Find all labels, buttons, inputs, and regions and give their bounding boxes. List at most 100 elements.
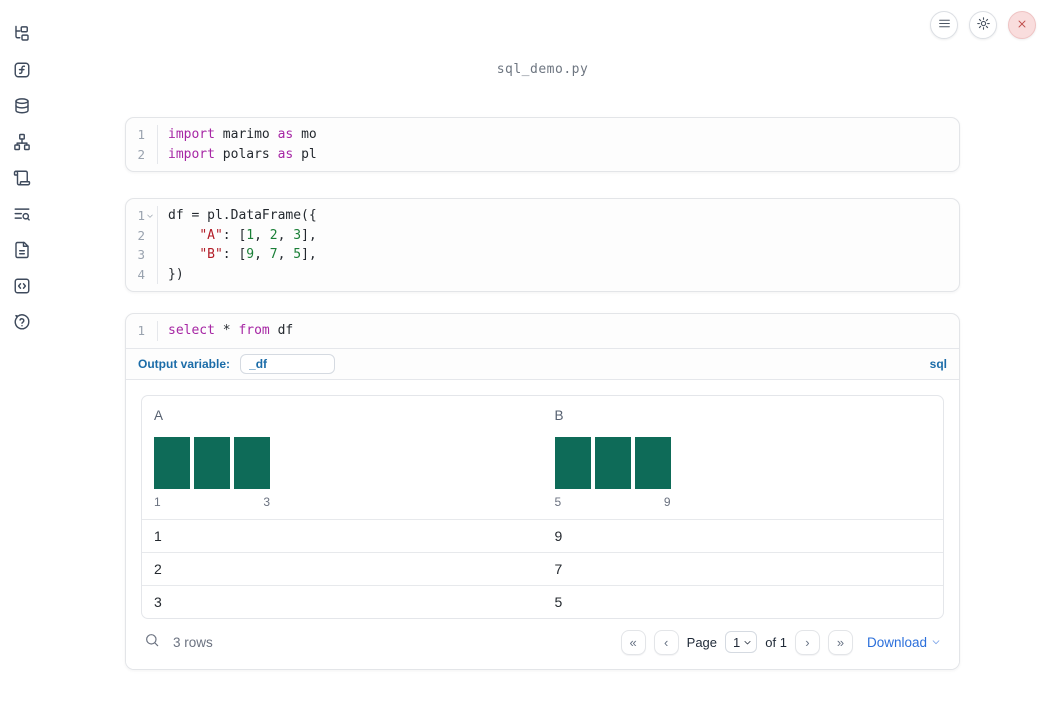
histogram-bar	[554, 436, 591, 489]
sidebar-item-logs[interactable]	[13, 169, 31, 187]
notebook-filename: sql_demo.py	[496, 62, 589, 77]
scroll-icon	[13, 170, 31, 190]
download-button[interactable]: Download	[867, 635, 941, 650]
shutdown-button[interactable]	[1008, 11, 1036, 39]
cell-value: 1	[154, 527, 162, 544]
dataframe-table: A 1 3 B 5 9 1 9 2 7 3 5	[141, 394, 944, 619]
last-page-button[interactable]: »	[827, 629, 853, 655]
file-tree-icon	[13, 25, 31, 46]
code-square-icon	[13, 278, 31, 298]
row-count: 3 rows	[173, 634, 213, 650]
histogram-bar	[634, 436, 671, 489]
code-text: })	[168, 266, 184, 282]
sidebar-item-documentation[interactable]	[13, 241, 31, 259]
sidebar	[0, 25, 44, 331]
list-search-icon	[13, 208, 31, 226]
histogram-ticks: 5 9	[555, 495, 671, 519]
page-total-label: of 1	[765, 634, 787, 650]
cell-value: 3	[154, 593, 162, 610]
fold-chevron-icon[interactable]	[145, 212, 155, 220]
output-variable-input[interactable]	[240, 353, 336, 374]
sidebar-item-dependency-graph[interactable]	[13, 133, 31, 151]
code-line: 2 "A": [1, 2, 3],	[126, 225, 959, 245]
code-text: "B": [9, 7, 5],	[199, 247, 317, 262]
table-row[interactable]: 3 5	[142, 584, 943, 618]
line-number: 2	[137, 227, 145, 243]
code-text: import polars as pl	[168, 146, 317, 162]
notebook: sql_demo.py 1 import marimo as mo 2 impo…	[125, 0, 960, 670]
pagination: « ‹ Page 1 of 1 › » Download	[620, 629, 941, 655]
page-select[interactable]: 1	[725, 631, 758, 653]
hist-max-label: 9	[663, 494, 671, 509]
settings-button[interactable]	[969, 11, 997, 39]
code-line: 1 df = pl.DataFrame({	[126, 206, 959, 226]
help-circle-icon	[13, 314, 31, 334]
network-graph-icon	[13, 133, 31, 154]
line-number: 1	[137, 323, 145, 339]
code-text: import marimo as mo	[168, 127, 317, 142]
page-select-value: 1	[733, 634, 741, 650]
first-page-button[interactable]: «	[620, 629, 646, 655]
search-icon[interactable]	[144, 632, 160, 653]
code-line: 2 import polars as pl	[126, 144, 959, 164]
table-row[interactable]: 2 7	[142, 551, 943, 585]
histogram-bar	[594, 436, 631, 489]
table-footer: 3 rows « ‹ Page 1 of 1 › » Download	[141, 619, 944, 661]
gear-icon	[976, 16, 991, 34]
column-header-b[interactable]: B 5 9	[543, 408, 944, 519]
language-badge: sql	[929, 356, 947, 371]
cell-output: A 1 3 B 5 9 1 9 2 7 3 5 3 rows « ‹ Page …	[126, 378, 959, 669]
histogram-a	[154, 436, 270, 489]
code-text: "A": [1, 2, 3],	[199, 227, 317, 243]
sidebar-item-help[interactable]	[13, 313, 31, 331]
code-editor[interactable]: 1 import marimo as mo 2 import polars as…	[126, 118, 959, 171]
code-editor[interactable]: 1 select * from df	[126, 314, 959, 348]
sidebar-item-outline-search[interactable]	[13, 205, 31, 223]
output-variable-label: Output variable:	[138, 356, 231, 371]
function-square-icon	[13, 62, 31, 82]
sql-cell[interactable]: 1 select * from df Output variable: sql …	[125, 313, 960, 670]
line-number: 1	[137, 208, 145, 224]
line-number: 2	[137, 146, 145, 162]
sidebar-item-file-tree[interactable]	[13, 25, 31, 43]
sidebar-item-datasources[interactable]	[13, 97, 31, 115]
code-line: 1 import marimo as mo	[126, 125, 959, 145]
code-cell-imports[interactable]: 1 import marimo as mo 2 import polars as…	[125, 117, 960, 172]
database-icon	[13, 98, 31, 118]
column-header-a[interactable]: A 1 3	[142, 408, 543, 519]
prev-page-button[interactable]: ‹	[653, 629, 679, 655]
code-line: 1 select * from df	[126, 321, 959, 341]
histogram-bar	[194, 436, 230, 489]
cell-value: 9	[554, 527, 563, 544]
page-label: Page	[686, 634, 718, 650]
sidebar-item-snippets[interactable]	[13, 277, 31, 295]
hist-min-label: 5	[554, 494, 562, 509]
code-editor[interactable]: 1 df = pl.DataFrame({ 2 "A": [1, 2, 3], …	[126, 199, 959, 291]
code-text: select * from df	[168, 323, 294, 338]
cell-value: 5	[554, 593, 563, 610]
histogram-ticks: 1 3	[154, 495, 270, 519]
hist-max-label: 3	[263, 494, 270, 509]
table-header: A 1 3 B 5 9	[142, 396, 943, 519]
line-number: 4	[137, 266, 145, 282]
histogram-bar	[154, 436, 190, 489]
code-text: df = pl.DataFrame({	[168, 208, 317, 223]
code-line: 3 "B": [9, 7, 5],	[126, 245, 959, 265]
close-icon	[1016, 18, 1028, 33]
code-line: 4 })	[126, 264, 959, 284]
sidebar-item-scratchpad[interactable]	[13, 61, 31, 79]
histogram-bar	[234, 436, 270, 489]
output-variable-bar: Output variable: sql	[126, 347, 959, 379]
cell-value: 7	[554, 560, 563, 577]
file-text-icon	[13, 241, 31, 262]
next-page-button[interactable]: ›	[794, 629, 820, 655]
table-row[interactable]: 1 9	[142, 518, 943, 552]
line-number: 1	[137, 127, 145, 143]
histogram-b	[554, 436, 671, 489]
column-name: B	[554, 407, 564, 423]
line-number: 3	[137, 247, 145, 263]
code-cell-dataframe[interactable]: 1 df = pl.DataFrame({ 2 "A": [1, 2, 3], …	[125, 198, 960, 292]
hist-min-label: 1	[154, 494, 161, 509]
column-name: A	[154, 407, 164, 423]
download-label: Download	[866, 634, 927, 650]
